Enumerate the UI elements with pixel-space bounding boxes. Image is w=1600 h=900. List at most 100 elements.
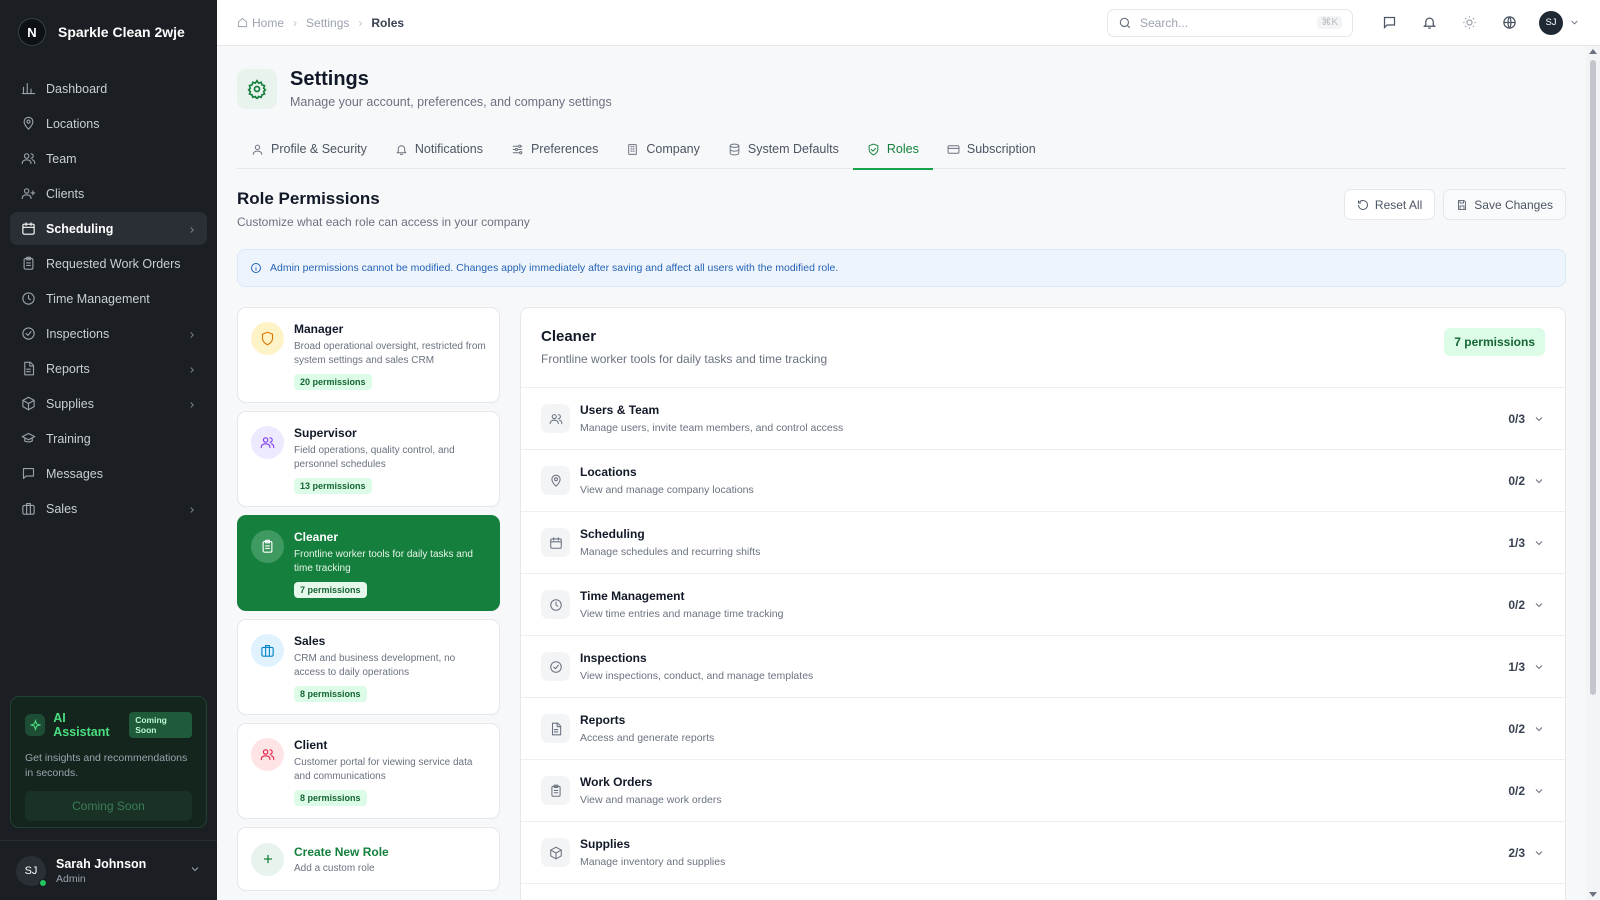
permission-group-supplies[interactable]: Supplies Manage inventory and supplies 2/3 (521, 822, 1565, 884)
role-permission-badge: 7 permissions (294, 582, 367, 598)
permission-group-users-and-team[interactable]: Users & Team Manage users, invite team me… (521, 388, 1565, 450)
top-user-avatar[interactable]: SJ (1539, 10, 1563, 35)
permission-group-count: 0/3 (1508, 411, 1525, 426)
credit-card-icon (947, 143, 960, 156)
tab-profile-and-security[interactable]: Profile & Security (237, 129, 381, 169)
role-name: Cleaner (294, 530, 339, 544)
breadcrumb-home[interactable]: Home (252, 16, 284, 30)
sidebar-item-team[interactable]: Team (10, 142, 207, 175)
role-card-cleaner[interactable]: Cleaner Frontline worker tools for daily … (237, 515, 500, 611)
box-icon (20, 396, 36, 412)
globe-icon[interactable] (1489, 9, 1529, 37)
sidebar-item-label: Reports (46, 361, 90, 376)
sidebar-item-clients[interactable]: Clients (10, 177, 207, 210)
scroll-thumb[interactable] (1590, 60, 1596, 695)
chevron-down-icon[interactable] (1533, 847, 1545, 859)
company-logo: N (18, 18, 46, 46)
bell-icon[interactable] (1409, 9, 1449, 37)
map-pin-icon (20, 116, 36, 132)
breadcrumb-current: Roles (371, 15, 405, 30)
users-icon (251, 738, 284, 771)
permission-group-scheduling[interactable]: Scheduling Manage schedules and recurring… (521, 512, 1565, 574)
permission-group-time-management[interactable]: Time Management View time entries and man… (521, 574, 1565, 636)
chevron-right-icon (187, 224, 197, 234)
chevron-down-icon[interactable] (1569, 17, 1580, 28)
user-role: Admin (56, 872, 86, 885)
ai-assistant-description: Get insights and recommendations in seco… (25, 752, 188, 779)
permission-group-name: Time Management (580, 589, 685, 603)
sidebar-item-locations[interactable]: Locations (10, 107, 207, 140)
sidebar-item-label: Supplies (46, 396, 94, 411)
file-icon (20, 361, 36, 377)
shield-check-icon (867, 143, 880, 156)
plus-icon (251, 842, 284, 876)
permission-group-description: View and manage work orders (580, 794, 722, 806)
sidebar-item-training[interactable]: Training (10, 422, 207, 455)
role-card-manager[interactable]: Manager Broad operational oversight, rest… (237, 307, 500, 403)
chevron-down-icon[interactable] (1533, 537, 1545, 549)
permission-groups: Users & Team Manage users, invite team me… (521, 388, 1565, 884)
user-initials: SJ (24, 864, 38, 877)
page-scrollbar[interactable] (1586, 46, 1600, 900)
save-changes-label: Save Changes (1474, 197, 1553, 212)
tab-system-defaults[interactable]: System Defaults (714, 129, 853, 169)
chevron-down-icon[interactable] (1533, 661, 1545, 673)
chevron-down-icon[interactable] (1533, 785, 1545, 797)
tab-subscription[interactable]: Subscription (933, 129, 1050, 169)
sidebar-item-dashboard[interactable]: Dashboard (10, 72, 207, 105)
permission-group-description: View inspections, conduct, and manage te… (580, 670, 814, 682)
permission-group-inspections[interactable]: Inspections View inspections, conduct, an… (521, 636, 1565, 698)
brand[interactable]: N Sparkle Clean 2wje (0, 0, 217, 64)
users-icon (20, 151, 36, 167)
sidebar-item-scheduling[interactable]: Scheduling (10, 212, 207, 245)
tab-company[interactable]: Company (612, 129, 714, 169)
sidebar-item-inspections[interactable]: Inspections (10, 317, 207, 350)
sidebar-item-label: Inspections (46, 326, 110, 341)
tab-notifications[interactable]: Notifications (381, 129, 497, 169)
shield-icon (251, 322, 284, 355)
sun-icon[interactable] (1449, 9, 1489, 37)
role-card-client[interactable]: Client Customer portal for viewing servic… (237, 723, 500, 819)
role-card-supervisor[interactable]: Supervisor Field operations, quality cont… (237, 411, 500, 507)
sidebar-item-supplies[interactable]: Supplies (10, 387, 207, 420)
chevron-down-icon[interactable] (1533, 723, 1545, 735)
tab-preferences[interactable]: Preferences (497, 129, 612, 169)
sidebar-item-sales[interactable]: Sales (10, 492, 207, 525)
user-menu[interactable]: SJ Sarah Johnson Admin (0, 840, 217, 900)
role-permission-badge: 20 permissions (294, 374, 372, 390)
create-new-role-button[interactable]: Create New Role Add a custom role (237, 827, 500, 891)
chart-icon (20, 81, 36, 97)
permission-group-work-orders[interactable]: Work Orders View and manage work orders 0/… (521, 760, 1565, 822)
role-card-sales[interactable]: Sales CRM and business development, no ac… (237, 619, 500, 715)
sidebar-item-requested-work-orders[interactable]: Requested Work Orders (10, 247, 207, 280)
chevron-down-icon[interactable] (1533, 599, 1545, 611)
permission-group-reports[interactable]: Reports Access and generate reports 0/2 (521, 698, 1565, 760)
role-name: Supervisor (294, 426, 357, 440)
chevron-down-icon[interactable] (189, 863, 201, 878)
coming-soon-badge: Coming Soon (129, 712, 192, 738)
ai-coming-soon-button[interactable]: Coming Soon (25, 791, 192, 821)
box-icon (541, 838, 570, 867)
permission-group-count: 0/2 (1508, 597, 1525, 612)
tab-roles[interactable]: Roles (852, 129, 933, 170)
breadcrumb-settings[interactable]: Settings (306, 16, 349, 30)
message-icon[interactable] (1369, 9, 1409, 37)
calendar-icon (541, 528, 570, 557)
top-bar: Home › Settings › Roles Search... ⌘K SJ (217, 0, 1600, 46)
sidebar-item-messages[interactable]: Messages (10, 457, 207, 490)
permission-group-locations[interactable]: Locations View and manage company locatio… (521, 450, 1565, 512)
reset-all-button[interactable]: Reset All (1343, 189, 1436, 220)
sidebar-item-reports[interactable]: Reports (10, 352, 207, 385)
chevron-down-icon[interactable] (1533, 413, 1545, 425)
users-icon (541, 404, 570, 433)
sidebar-item-time-management[interactable]: Time Management (10, 282, 207, 315)
save-changes-button[interactable]: Save Changes (1443, 189, 1566, 220)
scroll-down-arrow-icon[interactable] (1589, 892, 1597, 897)
briefcase-icon (20, 501, 36, 517)
permission-group-name: Locations (580, 465, 637, 479)
chevron-down-icon[interactable] (1533, 475, 1545, 487)
save-icon (1456, 199, 1468, 211)
alert-text: Admin permissions cannot be modified. Ch… (270, 262, 839, 274)
scroll-up-arrow-icon[interactable] (1589, 49, 1597, 54)
search-input[interactable]: Search... ⌘K (1107, 8, 1353, 37)
